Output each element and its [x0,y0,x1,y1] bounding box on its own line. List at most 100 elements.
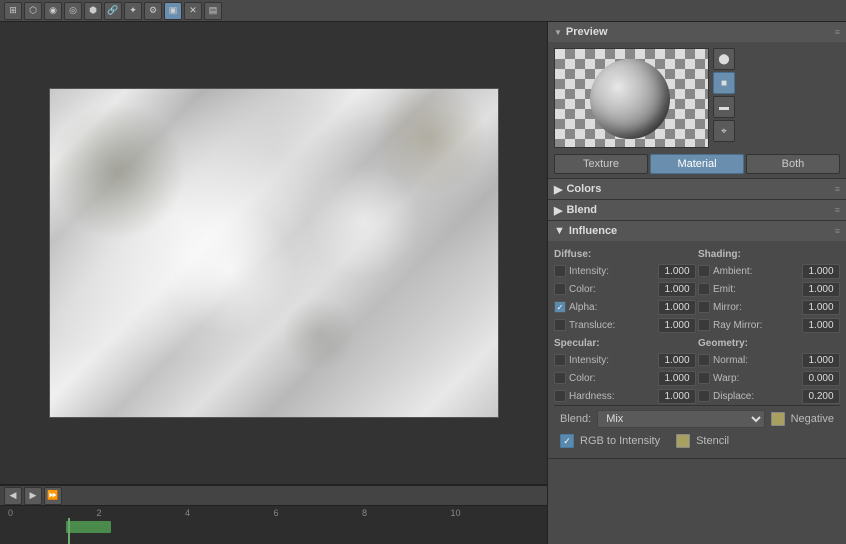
colors-arrow: ▶ [554,183,562,196]
timeline-green-bar[interactable] [66,521,111,533]
influence-more[interactable]: ≡ [835,226,840,236]
blend-arrow: ▶ [554,204,562,217]
val-displace[interactable]: 0.200 [802,389,840,404]
cb-transluce[interactable] [554,319,566,331]
cb-mirror[interactable] [698,301,710,313]
stencil-checkbox[interactable] [676,434,690,448]
shading-column: Shading: Ambient: 1.000 Emit: 1.000 [698,247,840,334]
lbl-normal: Normal: [713,355,799,366]
toolbar-icon-1[interactable]: ⊞ [4,2,22,20]
influence-content: Diffuse: Intensity: 1.000 Color: 1.000 [548,241,846,458]
specular-header: Specular: [554,336,696,351]
cb-warp[interactable] [698,372,710,384]
val-normal[interactable]: 1.000 [802,353,840,368]
preview-more[interactable]: ≡ [835,27,840,37]
toolbar-icon-6[interactable]: 🔗 [104,2,122,20]
rgb-label: RGB to Intensity [580,435,660,447]
rgb-checkmark: ✓ [563,436,571,447]
val-emit[interactable]: 1.000 [802,282,840,297]
lbl-displace: Displace: [713,391,799,402]
preview-icon-3d[interactable]: ⌖ [713,120,735,142]
specular-column: Specular: Intensity: 1.000 Color: 1.000 [554,336,696,405]
preview-icon-sphere[interactable]: ⬤ [713,48,735,70]
colors-section-header[interactable]: ▶ Colors ≡ [548,179,846,199]
val-alpha[interactable]: 1.000 [658,300,696,315]
val-intensity[interactable]: 1.000 [658,264,696,279]
val-ray-mirror[interactable]: 1.000 [802,318,840,333]
geometry-header: Geometry: [698,336,840,351]
val-hardness[interactable]: 1.000 [658,389,696,404]
val-spec-intensity[interactable]: 1.000 [658,353,696,368]
timeline-area: ◀ ▶ ⏩ 0 2 4 6 8 10 [0,484,547,544]
influence-section: ▼ Influence ≡ Diffuse: Intensity: 1.000 [548,221,846,459]
timeline-header: ◀ ▶ ⏩ [0,486,547,506]
blend-more[interactable]: ≡ [835,205,840,215]
influence-header[interactable]: ▼ Influence ≡ [548,221,846,241]
cb-normal[interactable] [698,354,710,366]
lbl-warp: Warp: [713,373,799,384]
toolbar-icon-3[interactable]: ◉ [44,2,62,20]
cb-ambient[interactable] [698,265,710,277]
blend-section-collapsed: ▶ Blend ≡ [548,200,846,221]
preview-icon-cube[interactable]: ■ [713,72,735,94]
preview-arrow: ▼ [554,28,562,37]
blend-row: Blend: Mix Negative [554,405,840,432]
tab-material[interactable]: Material [650,154,744,174]
blend-select[interactable]: Mix [597,410,764,428]
rgb-row: ✓ RGB to Intensity Stencil [554,432,840,452]
rgb-checkbox[interactable]: ✓ [560,434,574,448]
toolbar-icon-8[interactable]: ⚙ [144,2,162,20]
val-ambient[interactable]: 1.000 [802,264,840,279]
tab-both[interactable]: Both [746,154,840,174]
timeline-numbers: 0 2 4 6 8 10 [0,508,547,518]
cb-intensity[interactable] [554,265,566,277]
negative-checkbox[interactable] [771,412,785,426]
toolbar-icon-active[interactable]: ▣ [164,2,182,20]
toolbar-icon-9[interactable]: ✕ [184,2,202,20]
val-warp[interactable]: 0.000 [802,371,840,386]
influence-row-mirror: Mirror: 1.000 [698,298,840,316]
cb-ray-mirror[interactable] [698,319,710,331]
cb-color[interactable] [554,283,566,295]
influence-row-ray-mirror: Ray Mirror: 1.000 [698,316,840,334]
t-num-4: 4 [185,508,274,518]
cb-spec-color[interactable] [554,372,566,384]
tl-icon-3[interactable]: ⏩ [44,487,62,505]
preview-icons: ⬤ ■ ▬ ⌖ [713,48,735,148]
blend-section-header[interactable]: ▶ Blend ≡ [548,200,846,220]
val-spec-color[interactable]: 1.000 [658,371,696,386]
toolbar-icon-10[interactable]: ▤ [204,2,222,20]
val-transluce[interactable]: 1.000 [658,318,696,333]
shading-header: Shading: [698,247,840,262]
t-num-10: 10 [451,508,540,518]
t-num-2: 2 [97,508,186,518]
toolbar-icon-2[interactable]: ⬡ [24,2,42,20]
val-mirror[interactable]: 1.000 [802,300,840,315]
influence-row-emit: Emit: 1.000 [698,280,840,298]
toolbar-icon-5[interactable]: ⬢ [84,2,102,20]
right-panel: ▼ Preview ≡ ⬤ ■ ▬ ⌖ Texture Material Bot… [548,22,846,544]
val-color[interactable]: 1.000 [658,282,696,297]
tl-icon-2[interactable]: ▶ [24,487,42,505]
preview-tabs: Texture Material Both [548,154,846,178]
toolbar-icon-4[interactable]: ◎ [64,2,82,20]
influence-row-warp: Warp: 0.000 [698,369,840,387]
lbl-alpha: Alpha: [569,302,655,313]
lbl-mirror: Mirror: [713,302,799,313]
cb-alpha[interactable]: ✓ [554,301,566,313]
cb-displace[interactable] [698,390,710,402]
preview-header[interactable]: ▼ Preview ≡ [548,22,846,42]
cb-emit[interactable] [698,283,710,295]
tl-icon-1[interactable]: ◀ [4,487,22,505]
preview-title: Preview [566,26,608,38]
tab-texture[interactable]: Texture [554,154,648,174]
colors-more[interactable]: ≡ [835,184,840,194]
sphere-ball [590,59,670,139]
cb-hardness[interactable] [554,390,566,402]
timeline-cursor[interactable] [68,518,70,544]
influence-row-intensity: Intensity: 1.000 [554,262,696,280]
lbl-spec-intensity: Intensity: [569,355,655,366]
preview-icon-plane[interactable]: ▬ [713,96,735,118]
cb-spec-intensity[interactable] [554,354,566,366]
toolbar-icon-7[interactable]: ✦ [124,2,142,20]
